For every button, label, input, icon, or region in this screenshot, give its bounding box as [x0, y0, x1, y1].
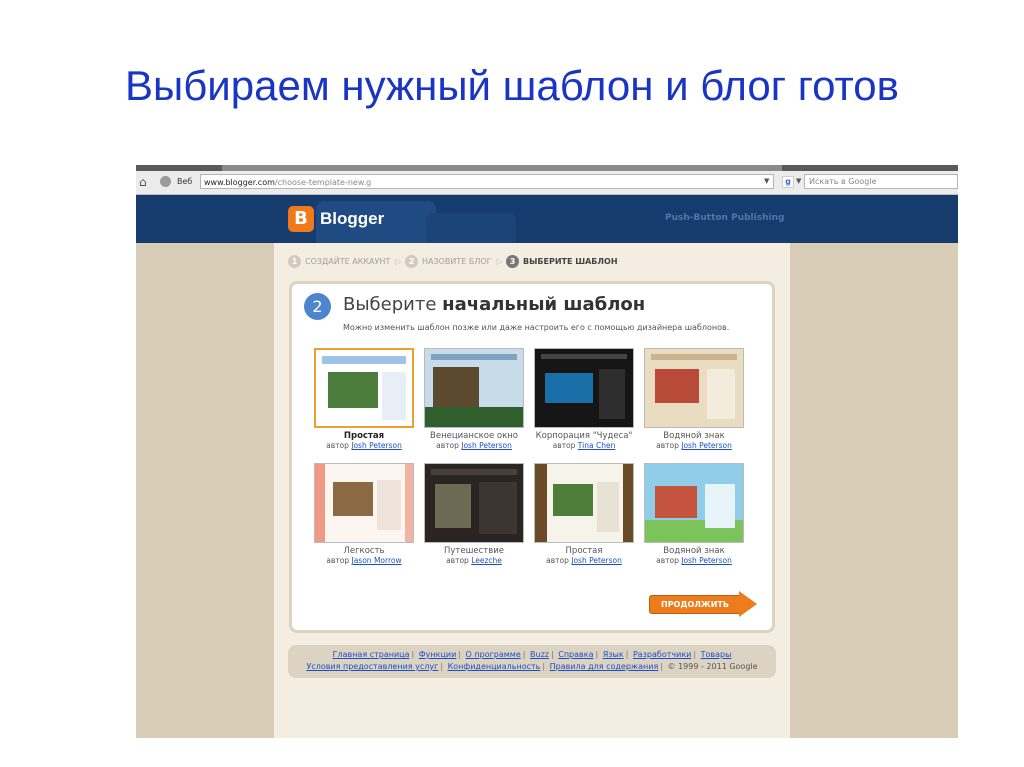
footer-link[interactable]: Разработчики — [633, 650, 691, 659]
step-choose-template: 3 ВЫБЕРИТЕ ШАБЛОН — [506, 255, 618, 268]
blogger-header — [136, 195, 958, 273]
blogger-name[interactable]: Blogger — [320, 209, 384, 229]
step-arrow-icon: ▷ — [496, 257, 503, 266]
template-thumbnail[interactable] — [314, 348, 414, 428]
blogger-slogan: Push-Button Publishing — [665, 213, 785, 223]
template-panel: 2 Выберите начальный шаблон Можно измени… — [289, 281, 775, 633]
search-engine-dropdown-icon[interactable]: ▼ — [796, 177, 801, 185]
template-item[interactable]: Корпорация "Чудеса" автор Tina Chen — [532, 348, 636, 450]
template-thumbnail[interactable] — [534, 348, 634, 428]
web-label: Веб — [177, 177, 193, 186]
url-domain: www.blogger.com — [204, 178, 275, 187]
author-link[interactable]: Josh Peterson — [681, 556, 732, 565]
template-name: Водяной знак — [663, 431, 725, 441]
panel-title: Выберите начальный шаблон — [343, 294, 646, 315]
footer-row-2: Условия предоставления услуг | Конфиденци… — [306, 662, 758, 671]
template-name: Путешествие — [444, 546, 504, 556]
template-name: Простая — [343, 431, 385, 441]
step-create-account: 1 СОЗДАЙТЕ АККАУНТ ▷ — [288, 255, 401, 268]
template-item[interactable]: Легкость автор Jason Morrow — [312, 463, 416, 565]
template-name: Легкость — [343, 546, 385, 556]
continue-button-label[interactable]: ПРОДОЛЖИТЬ — [649, 595, 741, 614]
arrow-right-icon[interactable] — [739, 591, 757, 617]
footer-row-1: Главная страница | Функции | О программе | … — [332, 650, 732, 659]
template-item[interactable]: Простая автор Josh Peterson — [312, 348, 416, 450]
search-input[interactable]: Искать в Google — [804, 174, 958, 189]
browser-screenshot: ⌂ Веб www.blogger.com/choose-template-ne… — [136, 165, 958, 738]
footer-copyright: © 1999 - 2011 Google — [667, 662, 758, 671]
step-number-badge: 2 — [304, 293, 331, 320]
author-link[interactable]: Tina Chen — [578, 441, 616, 450]
url-dropdown-icon[interactable]: ▼ — [764, 177, 769, 185]
author-link[interactable]: Jason Morrow — [352, 556, 402, 565]
footer-link[interactable]: Конфиденциальность — [448, 662, 541, 671]
template-item[interactable]: Водяной знак автор Josh Peterson — [642, 348, 746, 450]
template-thumbnail[interactable] — [314, 463, 414, 543]
author-link[interactable]: Josh Peterson — [351, 441, 402, 450]
template-thumbnail[interactable] — [644, 463, 744, 543]
google-icon[interactable]: g — [782, 176, 794, 188]
footer-link[interactable]: Функции — [419, 650, 457, 659]
template-item[interactable]: Венецианское окно автор Josh Peterson — [422, 348, 526, 450]
address-toolbar: ⌂ Веб www.blogger.com/choose-template-ne… — [136, 171, 958, 195]
template-item[interactable]: Водяной знак автор Josh Peterson — [642, 463, 746, 565]
slide-title: Выбираем нужный шаблон и блог готов — [125, 62, 899, 109]
template-thumbnail[interactable] — [644, 348, 744, 428]
url-input[interactable]: www.blogger.com/choose-template-new.g — [200, 174, 774, 189]
template-author: автор Jason Morrow — [326, 556, 402, 565]
author-link[interactable]: Josh Peterson — [571, 556, 622, 565]
author-link[interactable]: Leezche — [471, 556, 502, 565]
author-link[interactable]: Josh Peterson — [461, 441, 512, 450]
footer-link[interactable]: Справка — [558, 650, 593, 659]
blogger-logo-icon[interactable]: B — [288, 206, 314, 232]
author-link[interactable]: Josh Peterson — [681, 441, 732, 450]
template-author: автор Tina Chen — [552, 441, 616, 450]
footer-link[interactable]: Buzz — [530, 650, 549, 659]
template-name: Водяной знак — [663, 546, 725, 556]
footer-link[interactable]: Главная страница — [333, 650, 410, 659]
template-thumbnail[interactable] — [534, 463, 634, 543]
template-name: Венецианское окно — [430, 431, 518, 441]
step-arrow-icon: ▷ — [395, 257, 402, 266]
template-author: автор Josh Peterson — [656, 556, 732, 565]
panel-subtitle: Можно изменить шаблон позже или даже нас… — [343, 323, 730, 332]
continue-button[interactable]: ПРОДОЛЖИТЬ — [649, 591, 759, 617]
footer-link[interactable]: Язык — [603, 650, 624, 659]
template-author: автор Josh Peterson — [436, 441, 512, 450]
url-path: /choose-template-new.g — [274, 178, 372, 187]
footer-link[interactable]: О программе — [466, 650, 521, 659]
footer-link[interactable]: Правила для содержания — [550, 662, 659, 671]
template-thumbnail[interactable] — [424, 348, 524, 428]
template-author: автор Josh Peterson — [326, 441, 402, 450]
home-icon[interactable]: ⌂ — [139, 176, 147, 189]
template-thumbnail[interactable] — [424, 463, 524, 543]
template-author: автор Josh Peterson — [656, 441, 732, 450]
web-icon[interactable] — [160, 176, 171, 187]
template-item[interactable]: Путешествие автор Leezche — [422, 463, 526, 565]
footer-link[interactable]: Условия предоставления услуг — [306, 662, 438, 671]
footer-link[interactable]: Товары — [701, 650, 732, 659]
template-author: автор Leezche — [446, 556, 502, 565]
template-author: автор Josh Peterson — [546, 556, 622, 565]
page-footer: Главная страница | Функции | О программе | … — [288, 645, 776, 678]
template-name: Простая — [565, 546, 603, 556]
step-name-blog: 2 НАЗОВИТЕ БЛОГ ▷ — [405, 255, 503, 268]
template-item[interactable]: Простая автор Josh Peterson — [532, 463, 636, 565]
template-name: Корпорация "Чудеса" — [535, 431, 633, 441]
